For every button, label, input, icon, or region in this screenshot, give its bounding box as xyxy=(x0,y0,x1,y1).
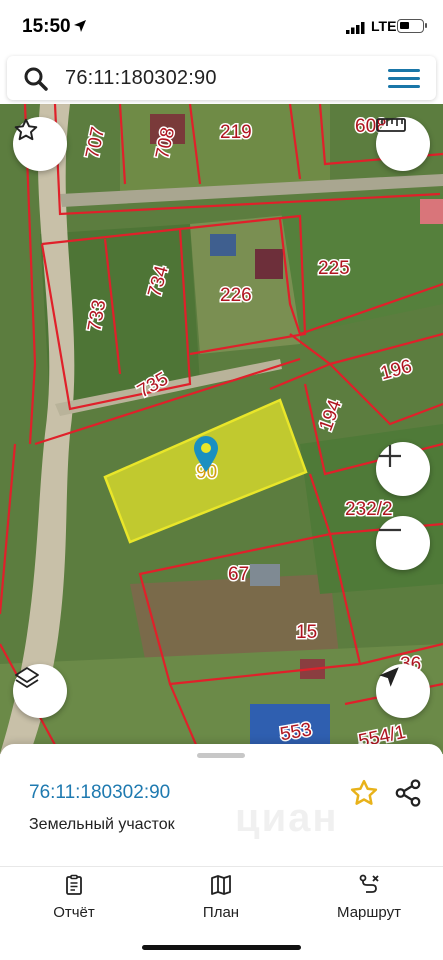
parcel-label-219[interactable]: 219 xyxy=(219,121,254,145)
tab-plan-label: План xyxy=(202,904,240,921)
parcel-label-15[interactable]: 15 xyxy=(295,621,319,645)
menu-icon[interactable] xyxy=(388,69,420,89)
parcel-info-sheet[interactable]: циан 76:11:180302:90 Земельный участок xyxy=(0,744,443,866)
home-indicator xyxy=(142,945,301,950)
favorite-star-icon[interactable] xyxy=(349,778,379,808)
search-icon[interactable] xyxy=(23,66,49,92)
search-input[interactable]: 76:11:180302:90 xyxy=(65,67,217,90)
plus-icon xyxy=(379,445,401,467)
ruler-icon xyxy=(376,118,406,132)
locate-button[interactable] xyxy=(376,664,430,718)
zoom-in-button[interactable] xyxy=(376,442,430,496)
network-type: LTE xyxy=(371,18,397,34)
map-plan-icon xyxy=(211,875,231,895)
search-bar[interactable]: 76:11:180302:90 xyxy=(7,56,436,100)
signal-icon xyxy=(346,22,365,34)
cian-watermark: циан xyxy=(235,796,339,840)
bottom-tabbar: Отчёт План Маршрут xyxy=(0,866,443,960)
location-arrow-icon xyxy=(74,20,86,32)
navigation-arrow-icon xyxy=(379,667,399,687)
report-icon xyxy=(66,874,82,895)
parcel-label-67[interactable]: 67 xyxy=(227,563,251,587)
parcel-label-226[interactable]: 226 xyxy=(219,284,254,308)
layers-icon xyxy=(15,667,39,688)
tab-report-label: Отчёт xyxy=(53,904,95,921)
measure-button[interactable] xyxy=(376,117,430,171)
layers-button[interactable] xyxy=(13,664,67,718)
parcel-cadastral-number[interactable]: 76:11:180302:90 xyxy=(29,782,170,804)
sheet-drag-handle[interactable] xyxy=(197,753,245,758)
tab-plan[interactable]: План xyxy=(166,873,276,923)
parcel-type: Земельный участок xyxy=(29,816,175,833)
tab-route[interactable]: Маршрут xyxy=(314,873,424,923)
minus-icon xyxy=(379,528,401,532)
parcel-label-225[interactable]: 225 xyxy=(317,257,352,281)
status-bar: 15:50 LTE xyxy=(0,0,443,54)
star-icon xyxy=(14,118,38,141)
zoom-out-button[interactable] xyxy=(376,516,430,570)
status-time: 15:50 xyxy=(22,16,71,37)
favorite-map-button[interactable] xyxy=(13,117,67,171)
route-icon xyxy=(359,874,379,893)
share-icon[interactable] xyxy=(393,778,423,808)
map-canvas[interactable]: 707 708 219 608 733 734 226 225 735 196 … xyxy=(0,104,443,754)
satellite-map[interactable]: 707 708 219 608 733 734 226 225 735 196 … xyxy=(0,104,443,754)
tab-report[interactable]: Отчёт xyxy=(19,873,129,923)
tab-route-label: Маршрут xyxy=(337,904,401,921)
battery-icon xyxy=(397,19,427,33)
